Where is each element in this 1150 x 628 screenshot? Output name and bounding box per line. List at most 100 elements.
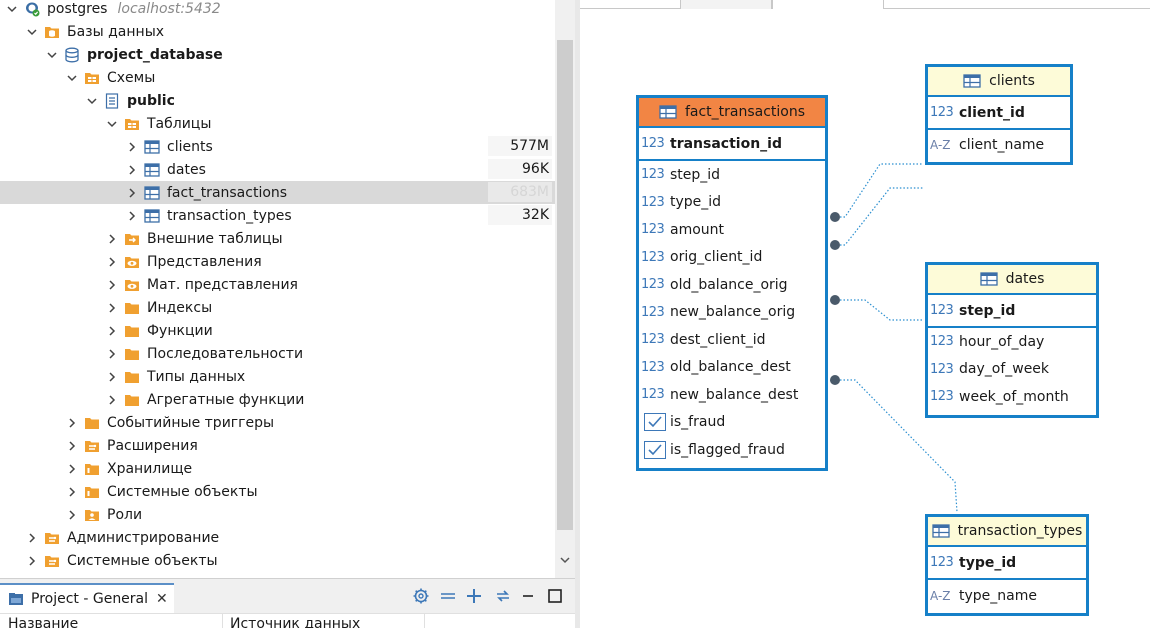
add-icon[interactable] — [465, 587, 483, 605]
entity-column[interactable]: 123 new_balance_dest — [639, 381, 825, 409]
entity-column[interactable]: 123 old_balance_orig — [639, 271, 825, 299]
tree-node-extensions[interactable]: Расширения — [0, 434, 555, 457]
chevron-right-icon[interactable] — [106, 394, 118, 406]
chevron-right-icon[interactable] — [26, 555, 38, 567]
tree-node-foreign-tables[interactable]: Внешние таблицы — [0, 227, 555, 250]
project-tab[interactable]: Project - General ✕ — [0, 583, 174, 613]
column-header-name[interactable]: Название — [8, 616, 78, 628]
entity-header[interactable]: dates — [928, 265, 1096, 295]
column-separator[interactable] — [424, 614, 425, 628]
chevron-right-icon[interactable] — [66, 509, 78, 521]
column-name: transaction_id — [670, 135, 782, 152]
navigator-scrollbar[interactable] — [555, 0, 575, 578]
tree-node-table-clients[interactable]: clients 577M — [0, 135, 555, 158]
chevron-down-icon[interactable] — [26, 26, 38, 38]
entity-column[interactable]: 123 hour_of_day — [928, 328, 1096, 356]
tree-node-storage[interactable]: Хранилище — [0, 457, 555, 480]
column-header-datasource[interactable]: Источник данных — [230, 616, 360, 628]
chevron-right-icon[interactable] — [126, 210, 138, 222]
tree-node-table-dates[interactable]: dates 96K — [0, 158, 555, 181]
entity-column[interactable]: 123 new_balance_orig — [639, 299, 825, 327]
minimize-icon[interactable] — [520, 587, 538, 605]
tree-node-tables[interactable]: Таблицы — [0, 112, 555, 135]
chevron-down-icon[interactable] — [6, 3, 18, 15]
tree-node-schemas[interactable]: Схемы — [0, 66, 555, 89]
chevron-right-icon[interactable] — [66, 486, 78, 498]
chevron-right-icon[interactable] — [106, 348, 118, 360]
chevron-right-icon[interactable] — [66, 440, 78, 452]
editor-tab[interactable] — [680, 0, 772, 9]
entity-dates[interactable]: dates 123 step_id 123 hour_of_day 123 day_… — [925, 262, 1099, 418]
entity-column[interactable]: 123 amount — [639, 216, 825, 244]
chevron-right-icon[interactable] — [66, 463, 78, 475]
entity-column[interactable]: A-Z client_name — [928, 130, 1070, 160]
chevron-right-icon[interactable] — [126, 187, 138, 199]
chevron-right-icon[interactable] — [106, 233, 118, 245]
close-icon[interactable]: ✕ — [156, 591, 168, 607]
admin-icon — [44, 553, 60, 569]
entity-clients[interactable]: clients 123 client_id A-Z client_name — [925, 64, 1073, 165]
tree-node-databases[interactable]: Базы данных — [0, 20, 555, 43]
link-icon[interactable] — [494, 587, 512, 605]
chevron-down-icon[interactable] — [86, 95, 98, 107]
chevron-down-icon[interactable] — [66, 72, 78, 84]
entity-column[interactable]: 123 week_of_month — [928, 383, 1096, 411]
chevron-right-icon[interactable] — [26, 532, 38, 544]
chevron-right-icon[interactable] — [106, 279, 118, 291]
tree-node-mat-views[interactable]: Мат. представления — [0, 273, 555, 296]
gear-icon[interactable] — [412, 587, 430, 605]
entity-pk-row[interactable]: 123 type_id — [928, 547, 1086, 580]
tree-node-schema[interactable]: public — [0, 89, 555, 112]
entity-header[interactable]: clients — [928, 67, 1070, 97]
entity-column[interactable]: 123 type_id — [639, 189, 825, 217]
scroll-down-icon[interactable] — [559, 554, 571, 566]
chevron-right-icon[interactable] — [126, 164, 138, 176]
er-diagram-canvas[interactable]: fact_transactions 123 transaction_id 123… — [580, 0, 1150, 628]
entity-column[interactable]: A-Z type_name — [928, 580, 1086, 611]
entity-header[interactable]: transaction_types — [928, 517, 1086, 547]
entity-header[interactable]: fact_transactions — [639, 98, 825, 128]
entity-column[interactable]: is_fraud — [639, 409, 825, 437]
tree-node-table-transaction-types[interactable]: transaction_types 32K — [0, 204, 555, 227]
entity-fact-transactions[interactable]: fact_transactions 123 transaction_id 123… — [636, 95, 828, 471]
tree-node-administration[interactable]: Администрирование — [0, 526, 555, 549]
entity-column[interactable]: 123 dest_client_id — [639, 326, 825, 354]
chevron-down-icon[interactable] — [46, 49, 58, 61]
chevron-right-icon[interactable] — [106, 371, 118, 383]
chevron-right-icon[interactable] — [126, 141, 138, 153]
entity-column[interactable]: 123 day_of_week — [928, 356, 1096, 384]
tree-node-conn-system-objects[interactable]: Системные объекты — [0, 549, 555, 572]
editor-tab-diagram[interactable] — [772, 0, 884, 9]
chevron-right-icon[interactable] — [106, 302, 118, 314]
entity-transaction-types[interactable]: transaction_types 123 type_id A-Z type_na… — [925, 514, 1089, 616]
tree-node-sequences[interactable]: Последовательности — [0, 342, 555, 365]
chevron-right-icon[interactable] — [106, 325, 118, 337]
tree-node-indexes[interactable]: Индексы — [0, 296, 555, 319]
tree-node-connection[interactable]: postgres localhost:5432 — [0, 0, 555, 20]
chevron-right-icon[interactable] — [106, 256, 118, 268]
chevron-right-icon[interactable] — [66, 417, 78, 429]
tree-node-aggregate-functions[interactable]: Агрегатные функции — [0, 388, 555, 411]
entity-column[interactable]: 123 step_id — [639, 161, 825, 189]
entity-pk-row[interactable]: 123 client_id — [928, 97, 1070, 130]
collapse-icon[interactable] — [439, 587, 457, 605]
tree-node-database[interactable]: project_database — [0, 43, 555, 66]
tree-node-views[interactable]: Представления — [0, 250, 555, 273]
folder-label: Последовательности — [147, 345, 304, 362]
tree-node-functions[interactable]: Функции — [0, 319, 555, 342]
tree-node-table-fact-transactions[interactable]: fact_transactions 683M — [0, 181, 555, 204]
tree-node-data-types[interactable]: Типы данных — [0, 365, 555, 388]
entity-column[interactable]: 123 orig_client_id — [639, 244, 825, 272]
column-separator[interactable] — [222, 614, 223, 628]
tree-node-roles[interactable]: Роли — [0, 503, 555, 526]
entity-column[interactable]: 123 old_balance_dest — [639, 354, 825, 382]
folder-label: Агрегатные функции — [147, 391, 305, 408]
chevron-down-icon[interactable] — [106, 118, 118, 130]
entity-pk-row[interactable]: 123 transaction_id — [639, 128, 825, 161]
tree-node-event-triggers[interactable]: Событийные триггеры — [0, 411, 555, 434]
entity-column[interactable]: is_flagged_fraud — [639, 436, 825, 464]
entity-pk-row[interactable]: 123 step_id — [928, 295, 1096, 328]
tree-node-system-objects[interactable]: Системные объекты — [0, 480, 555, 503]
maximize-icon[interactable] — [546, 587, 564, 605]
scrollbar-thumb[interactable] — [557, 40, 573, 530]
